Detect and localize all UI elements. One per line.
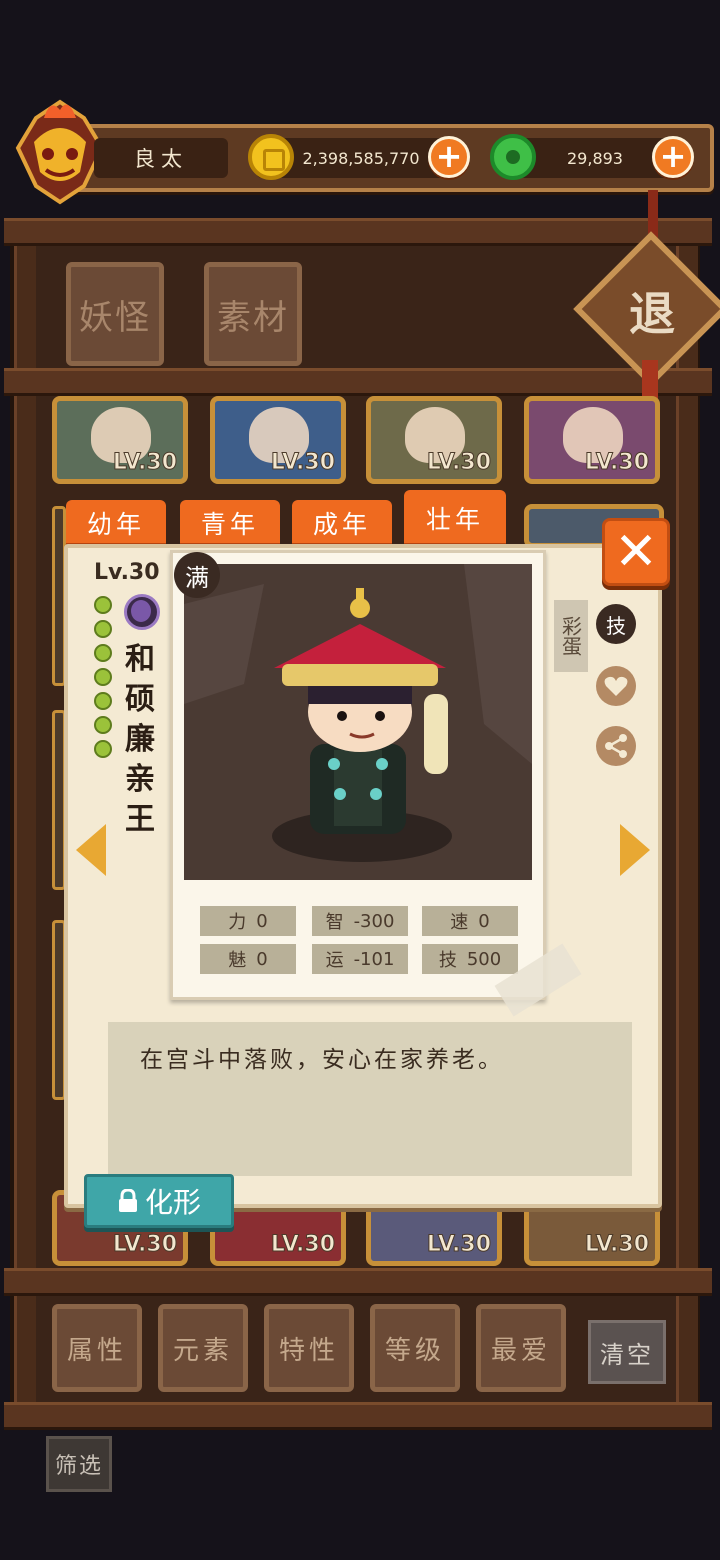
bead-icon (94, 716, 112, 734)
tab-materials[interactable]: 素材 (204, 262, 302, 366)
bead-icon (94, 644, 112, 662)
stat-charm: 魅0 (200, 944, 296, 974)
tab-age-adult[interactable]: 成年 (292, 500, 392, 546)
tab-age-youth[interactable]: 青年 (180, 500, 280, 546)
filter-attribute-button[interactable]: 属性 (52, 1304, 142, 1392)
filter-screen-button[interactable]: 筛选 (46, 1436, 112, 1492)
stat-intelligence: 智 -300 (312, 906, 408, 936)
player-name: 良太 (94, 138, 228, 178)
yokai-portrait (184, 564, 532, 880)
jade-icon (490, 134, 536, 180)
filter-trait-button[interactable]: 特性 (264, 1304, 354, 1392)
yokai-card[interactable]: LV.30 (366, 396, 502, 484)
favorite-heart-icon[interactable] (596, 666, 636, 706)
bead-icon (94, 740, 112, 758)
filter-favorite-button[interactable]: 最爱 (476, 1304, 566, 1392)
filter-level-button[interactable]: 等级 (370, 1304, 460, 1392)
yokai-card[interactable]: LV.30 (52, 396, 188, 484)
tab-yokai[interactable]: 妖怪 (66, 262, 164, 366)
coin-amount: 2,398,585,770 (302, 148, 420, 168)
skill-icon[interactable]: 技 (596, 604, 636, 644)
yokai-card[interactable]: LV.30 (524, 396, 660, 484)
tab-age-prime[interactable]: 壮年 (404, 490, 506, 546)
bead-icon (94, 692, 112, 710)
cabinet-beam (4, 218, 712, 246)
yokai-level: Lv.30 (94, 560, 160, 585)
exit-label[interactable]: 退 (610, 276, 694, 346)
transform-label: 化形 (144, 1186, 201, 1219)
share-icon[interactable] (596, 726, 636, 766)
cabinet-beam (4, 1402, 712, 1430)
coin-icon (248, 134, 294, 180)
previous-arrow-icon[interactable] (76, 824, 106, 876)
stat-strength: 力0 (200, 906, 296, 936)
stat-skill: 技 500 (422, 944, 518, 974)
lock-icon (118, 1189, 137, 1212)
cabinet-post-left (14, 220, 36, 1420)
moon-element-icon (124, 594, 160, 630)
close-button[interactable]: ✕ (602, 518, 670, 586)
stat-speed: 速0 (422, 906, 518, 936)
jade-amount: 29,893 (567, 148, 623, 168)
filter-element-button[interactable]: 元素 (158, 1304, 248, 1392)
player-avatar[interactable] (14, 98, 106, 206)
clear-button[interactable]: 清空 (588, 1320, 666, 1384)
yokai-description: 在宫斗中落败，安心在家养老。 (140, 1047, 504, 1073)
yokai-card[interactable]: LV.30 (210, 396, 346, 484)
transform-button[interactable]: 化形 (84, 1174, 234, 1228)
max-level-badge: 满 (174, 552, 220, 598)
cabinet-beam (4, 1268, 712, 1296)
next-arrow-icon[interactable] (620, 824, 650, 876)
add-coins-button[interactable]: + (428, 136, 470, 178)
stat-luck: 运 -101 (312, 944, 408, 974)
cabinet-beam (4, 368, 712, 396)
cabinet-post-right (676, 220, 698, 1420)
bead-icon (94, 668, 112, 686)
bead-icon (94, 620, 112, 638)
easter-egg-tag[interactable]: 彩蛋 (554, 600, 588, 672)
tab-age-child[interactable]: 幼年 (66, 500, 166, 546)
yokai-name: 和 硕 廉 亲 王 (125, 642, 155, 837)
add-jade-button[interactable]: + (652, 136, 694, 178)
bead-icon (94, 596, 112, 614)
